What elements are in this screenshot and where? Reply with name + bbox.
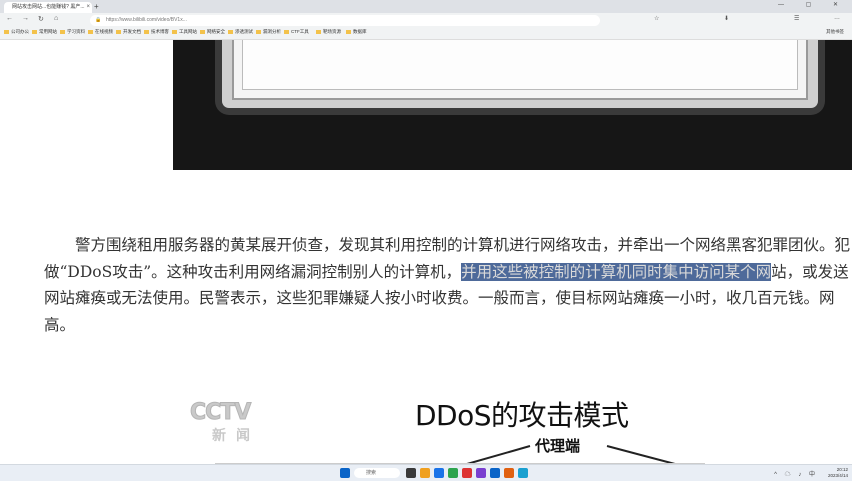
bookmark-item[interactable]: CTF工具 [284,29,309,35]
forward-icon[interactable]: → [22,15,29,22]
file-explorer-icon[interactable] [420,468,430,478]
bookmark-item[interactable]: 靶场资源 [316,29,341,35]
article-text: 做“DDoS攻击”。这种攻击利用网络漏洞控制别人的计算机， [44,262,462,281]
bookmark-item[interactable]: 在线视频 [88,29,113,35]
bookmark-item[interactable]: 工具网站 [172,29,197,35]
app-icon[interactable] [490,468,500,478]
start-icon[interactable] [340,468,350,478]
menu-icon[interactable]: ☰ [794,15,799,22]
other-bookmarks[interactable]: 其他书签 [826,29,844,35]
bookmark-item[interactable]: 学习资料 [60,29,85,35]
home-icon[interactable]: ⌂ [54,15,58,22]
app-icon[interactable] [448,468,458,478]
browser-chrome: 网站攻击网站...也能赚钱? 黑产... × + — ▢ ✕ ← → ↻ ⌂ 🔒… [0,0,852,40]
more-icon[interactable]: … [834,15,840,21]
new-tab-button[interactable]: + [94,2,99,11]
article-body: 警方围绕租用服务器的黄某展开侦查，发现其利用控制的计算机进行网络攻击，并牵出一个… [44,232,852,338]
tab-close-icon[interactable]: × [86,2,90,13]
app-icon[interactable] [476,468,486,478]
selected-text[interactable]: 并用这些被控制的计算机同时集中访问某个网 [461,262,772,281]
article-text: 站，或发送 [771,262,849,281]
monitor-bezel [215,40,825,115]
bookmarks-bar: 公司办公 常用网站 学习资料 在线视频 开发文档 技术博客 工具网站 网络安全 … [0,28,852,40]
lock-icon: 🔒 [95,17,102,23]
bookmark-item[interactable]: 公司办公 [4,29,29,35]
address-bar-row: ← → ↻ ⌂ 🔒 https://www.bilibili.com/video… [4,14,848,27]
back-icon[interactable]: ← [6,15,13,22]
tab-active[interactable]: 网站攻击网站...也能赚钱? 黑产... × [4,2,92,13]
tray-icons[interactable]: ^ ☁ ♪ 中 [774,469,818,478]
url-field[interactable]: 🔒 https://www.bilibili.com/video/BV1x... [90,15,600,26]
article-text: 警方围绕租用服务器的黄某展开侦查，发现其利用控制的计算机进行网络攻击，并牵出一个… [75,236,851,254]
tab-strip: 网站攻击网站...也能赚钱? 黑产... × + — ▢ ✕ [0,0,852,13]
app-icon[interactable] [462,468,472,478]
bookmark-item[interactable]: 常用网站 [32,29,57,35]
bookmark-item[interactable]: 开发文档 [116,29,141,35]
tab-title: 网站攻击网站...也能赚钱? 黑产... [12,4,85,10]
arrow-left [466,445,531,464]
article-text: 网站瘫痪或无法使用。民警表示，这些犯罪嫌疑人按小时收费。一般而言，使目标网站瘫痪… [44,289,835,307]
task-view-icon[interactable] [406,468,416,478]
clock[interactable]: 20:12 2023/4/14 [828,467,848,479]
bookmark-item[interactable]: 技术博客 [144,29,169,35]
bookmark-star-icon[interactable]: ☆ [654,15,659,22]
monitor-screen [232,40,808,100]
video-frame-ddos: CCTV 新闻 DDoS的攻击模式 代理端 [185,372,705,464]
bookmark-item[interactable]: 渗透测试 [228,29,253,35]
bookmark-item[interactable]: 漏洞分析 [256,29,281,35]
taskbar-search[interactable]: 搜索 [354,468,400,478]
clock-date: 2023/4/14 [827,473,848,478]
monitor-window [242,40,798,90]
article-line: 做“DDoS攻击”。这种攻击利用网络漏洞控制别人的计算机，并用这些被控制的计算机… [44,259,852,286]
search-placeholder: 搜索 [366,470,377,476]
bookmark-item[interactable]: 网络安全 [200,29,225,35]
window-controls[interactable]: — ▢ ✕ [778,1,848,8]
reload-icon[interactable]: ↻ [38,15,44,23]
app-icon[interactable] [518,468,528,478]
attack-arrows [466,445,676,464]
bookmark-item[interactable]: 数据库 [346,29,367,35]
arrow-right [606,445,676,464]
url-text: https://www.bilibili.com/video/BV1x... [106,17,187,23]
browser-icon[interactable] [434,468,444,478]
article-line: 警方围绕租用服务器的黄某展开侦查，发现其利用控制的计算机进行网络攻击，并牵出一个… [44,232,852,259]
video-frame-screen [173,40,852,170]
app-icon[interactable] [504,468,514,478]
article-line: 高。 [44,312,852,339]
article-line: 网站瘫痪或无法使用。民警表示，这些犯罪嫌疑人按小时收费。一般而言，使目标网站瘫痪… [44,285,852,312]
taskbar: 搜索 ^ ☁ ♪ 中 20:12 2023/4/14 [0,464,852,481]
article-text: 高。 [44,315,76,334]
download-icon[interactable]: ⬇ [724,15,729,22]
